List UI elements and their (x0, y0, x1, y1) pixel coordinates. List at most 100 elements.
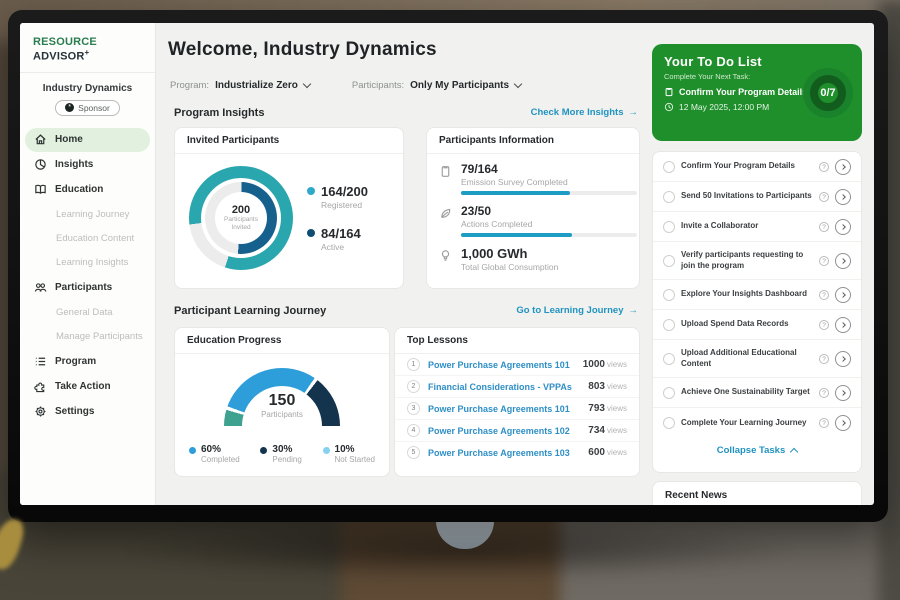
sidebar-item-learning-insights[interactable]: Learning Insights (20, 251, 155, 275)
sidebar-item-general-data[interactable]: General Data (20, 301, 155, 325)
lesson-row: 5 Power Purchase Agreements 103 600views (395, 442, 639, 463)
task-row: Confirm Your Program Details (653, 152, 861, 182)
task-go-button[interactable] (835, 159, 851, 175)
collapse-tasks-link[interactable]: Collapse Tasks (653, 438, 861, 463)
sidebar-item-home[interactable]: Home (25, 128, 150, 152)
task-label: Achieve One Sustainability Target (681, 387, 813, 397)
lesson-link[interactable]: Power Purchase Agreements 103 (428, 448, 580, 458)
participants-filter[interactable]: Participants: Only My Participants (352, 80, 521, 91)
task-checkbox[interactable] (663, 289, 675, 301)
task-go-button[interactable] (835, 385, 851, 401)
sponsor-badge-icon (65, 103, 74, 112)
sidebar-item-education[interactable]: Education (25, 178, 150, 202)
progress-track (461, 191, 637, 195)
lesson-row: 3 Power Purchase Agreements 101 793views (395, 398, 639, 420)
program-filter[interactable]: Program: Industrialize Zero (170, 80, 310, 91)
sidebar-item-settings[interactable]: Settings (25, 400, 150, 424)
task-label: Verify participants requesting to join t… (681, 250, 813, 271)
task-label: Invite a Collaborator (681, 221, 813, 231)
gauge-legend: 60% Completed 30% Pending 10% Not Starte… (175, 434, 389, 464)
help-icon[interactable] (819, 192, 829, 202)
views-count: 803 (588, 381, 605, 392)
sponsor-badge-label: Sponsor (78, 103, 110, 113)
chevron-right-icon (840, 356, 846, 362)
filters-row: Program: Industrialize Zero Participants… (170, 80, 521, 91)
lesson-views: 734views (588, 425, 627, 436)
sidebar-subitem-label: Learning Journey (56, 209, 129, 220)
org-name: Industry Dynamics (20, 83, 155, 94)
sidebar-item-program[interactable]: Program (25, 350, 150, 374)
sidebar-item-take-action[interactable]: Take Action (25, 375, 150, 399)
help-icon[interactable] (819, 320, 829, 330)
help-icon[interactable] (819, 222, 829, 232)
lesson-link[interactable]: Power Purchase Agreements 102 (428, 426, 580, 436)
task-go-button[interactable] (835, 219, 851, 235)
donut-center-label: Participants Invited (219, 216, 263, 233)
collapse-label: Collapse Tasks (717, 445, 785, 456)
task-go-button[interactable] (835, 351, 851, 367)
donut-ring-gap: 200 Participants Invited (201, 178, 281, 258)
logo-resource: RESOURCE (33, 36, 97, 48)
donut-center: 200 Participants Invited (215, 192, 267, 244)
sidebar-item-manage-participants[interactable]: Manage Participants (20, 325, 155, 349)
lesson-row: 1 Power Purchase Agreements 101 1000view… (395, 354, 639, 376)
task-checkbox[interactable] (663, 161, 675, 173)
stat-value: 1,000 GWh (461, 246, 558, 261)
task-checkbox[interactable] (663, 191, 675, 203)
book-icon (34, 183, 47, 196)
stat-value: 79/164 (461, 162, 637, 176)
help-icon[interactable] (819, 354, 829, 364)
task-checkbox[interactable] (663, 417, 675, 429)
lesson-rank: 3 (407, 402, 420, 415)
sidebar-item-participants[interactable]: Participants (25, 276, 150, 300)
chevron-right-icon (840, 292, 846, 298)
help-icon[interactable] (819, 256, 829, 266)
task-checkbox[interactable] (663, 387, 675, 399)
sidebar-item-label: Education (55, 184, 103, 195)
card-title: Invited Participants (175, 128, 403, 154)
sidebar-item-label: Home (55, 134, 83, 145)
lesson-link[interactable]: Financial Considerations - VPPAs (428, 382, 580, 392)
sponsor-badge[interactable]: Sponsor (55, 100, 120, 116)
recent-news-title: Recent News (653, 482, 861, 505)
education-progress-card: Education Progress 150 Participants 60% … (174, 327, 390, 477)
help-icon[interactable] (819, 290, 829, 300)
task-checkbox[interactable] (663, 255, 675, 267)
views-count: 600 (588, 447, 605, 458)
task-label: Upload Spend Data Records (681, 319, 813, 329)
views-word: views (607, 360, 627, 369)
sidebar-subitem-label: Manage Participants (56, 331, 143, 342)
todo-progress-value: 0/7 (820, 87, 835, 99)
task-go-button[interactable] (835, 253, 851, 269)
sidebar-item-education-content[interactable]: Education Content (20, 227, 155, 251)
gear-icon (34, 405, 47, 418)
sidebar-item-learning-journey[interactable]: Learning Journey (20, 203, 155, 227)
chevron-right-icon (840, 164, 846, 170)
help-icon[interactable] (819, 388, 829, 398)
task-label: Send 50 Invitations to Participants (681, 191, 813, 201)
task-checkbox[interactable] (663, 319, 675, 331)
go-to-learning-journey-link[interactable]: Go to Learning Journey → (516, 305, 638, 316)
leaf-icon (439, 204, 453, 237)
task-go-button[interactable] (835, 317, 851, 333)
legend-label: Registered (321, 200, 368, 210)
lesson-views: 793views (588, 403, 627, 414)
sidebar-item-insights[interactable]: Insights (25, 153, 150, 177)
lesson-link[interactable]: Power Purchase Agreements 101 (428, 404, 580, 414)
task-go-button[interactable] (835, 287, 851, 303)
task-row: Send 50 Invitations to Participants (653, 182, 861, 212)
lesson-row: 4 Power Purchase Agreements 102 734views (395, 420, 639, 442)
check-more-insights-link[interactable]: Check More Insights → (531, 107, 638, 118)
sidebar-subitem-label: Learning Insights (56, 257, 128, 268)
people-icon (34, 281, 47, 294)
card-title: Participants Information (427, 128, 639, 154)
chevron-up-icon (790, 448, 798, 456)
task-checkbox[interactable] (663, 353, 675, 365)
help-icon[interactable] (819, 418, 829, 428)
task-checkbox[interactable] (663, 221, 675, 233)
task-go-button[interactable] (835, 189, 851, 205)
help-icon[interactable] (819, 162, 829, 172)
views-word: views (607, 404, 627, 413)
lesson-link[interactable]: Power Purchase Agreements 101 (428, 360, 575, 370)
task-go-button[interactable] (835, 415, 851, 431)
